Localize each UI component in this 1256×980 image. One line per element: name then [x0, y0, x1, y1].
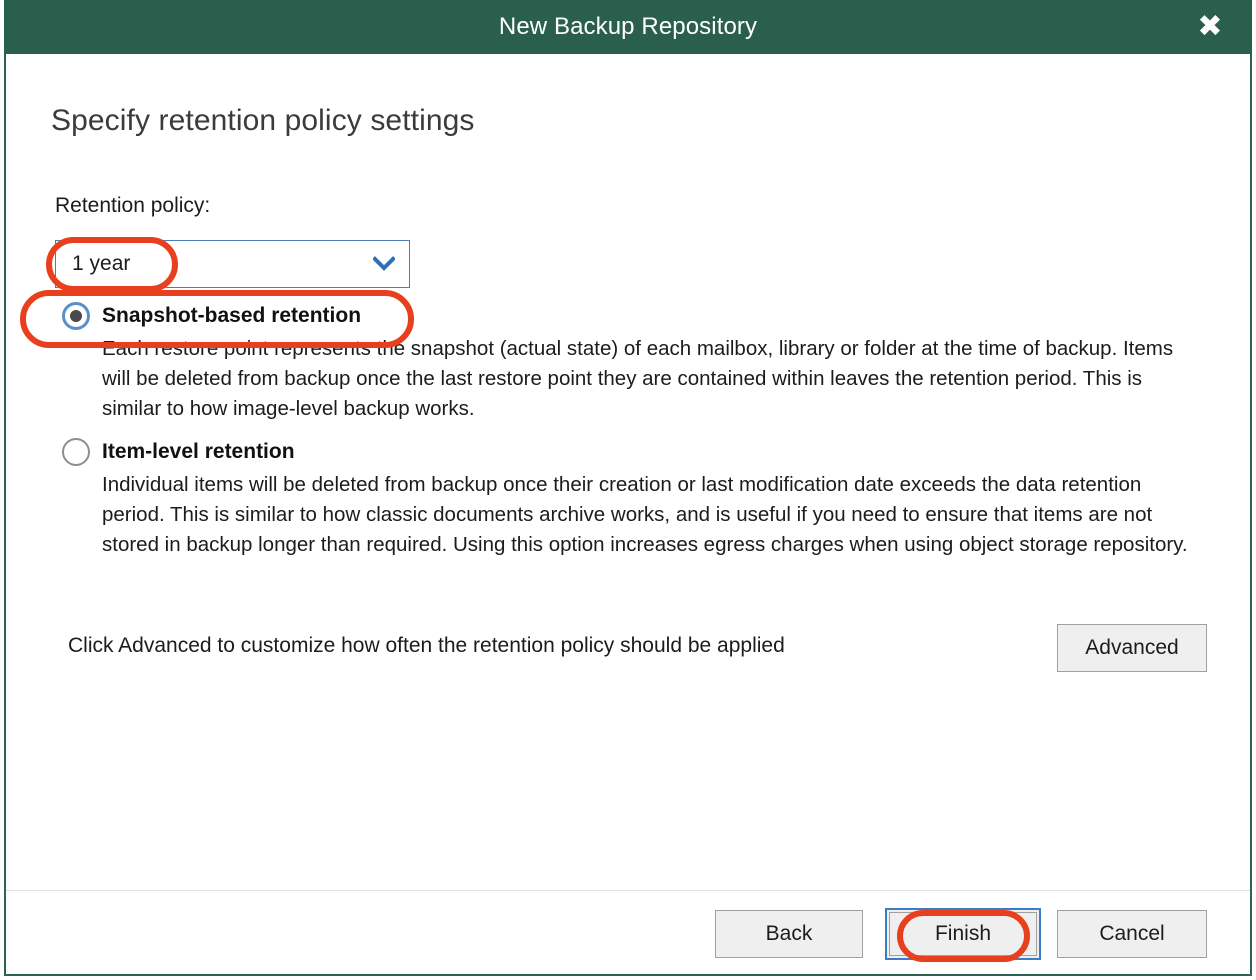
retention-policy-label: Retention policy:: [55, 194, 211, 217]
dialog-title: New Backup Repository: [498, 13, 758, 40]
radio-snapshot-based-retention[interactable]: [62, 302, 90, 330]
cancel-button[interactable]: Cancel: [1057, 910, 1207, 958]
advanced-button[interactable]: Advanced: [1057, 624, 1207, 672]
item-level-retention-title: Item-level retention: [102, 440, 295, 463]
footer-divider: [6, 890, 1250, 891]
retention-policy-dropdown[interactable]: 1 year: [55, 240, 410, 288]
advanced-hint-text: Click Advanced to customize how often th…: [68, 634, 785, 657]
chevron-down-icon: [372, 254, 396, 274]
back-button[interactable]: Back: [715, 910, 863, 958]
snapshot-based-retention-title: Snapshot-based retention: [102, 304, 362, 327]
retention-policy-dropdown-value: 1 year: [72, 252, 131, 275]
finish-button-label: Finish: [934, 922, 992, 945]
snapshot-based-retention-description: Each restore point represents the snapsh…: [102, 337, 1174, 420]
radio-item-level-retention[interactable]: [62, 438, 90, 466]
page-title: Specify retention policy settings: [51, 104, 475, 137]
close-button[interactable]: ✖: [1182, 0, 1238, 54]
finish-button[interactable]: Finish: [885, 908, 1041, 960]
dialog-titlebar: New Backup Repository ✖: [4, 0, 1252, 54]
new-backup-repository-dialog: New Backup Repository ✖ Specify retentio…: [4, 0, 1252, 976]
item-level-retention-description: Individual items will be deleted from ba…: [102, 473, 1188, 556]
close-x-icon: ✖: [1197, 9, 1223, 44]
